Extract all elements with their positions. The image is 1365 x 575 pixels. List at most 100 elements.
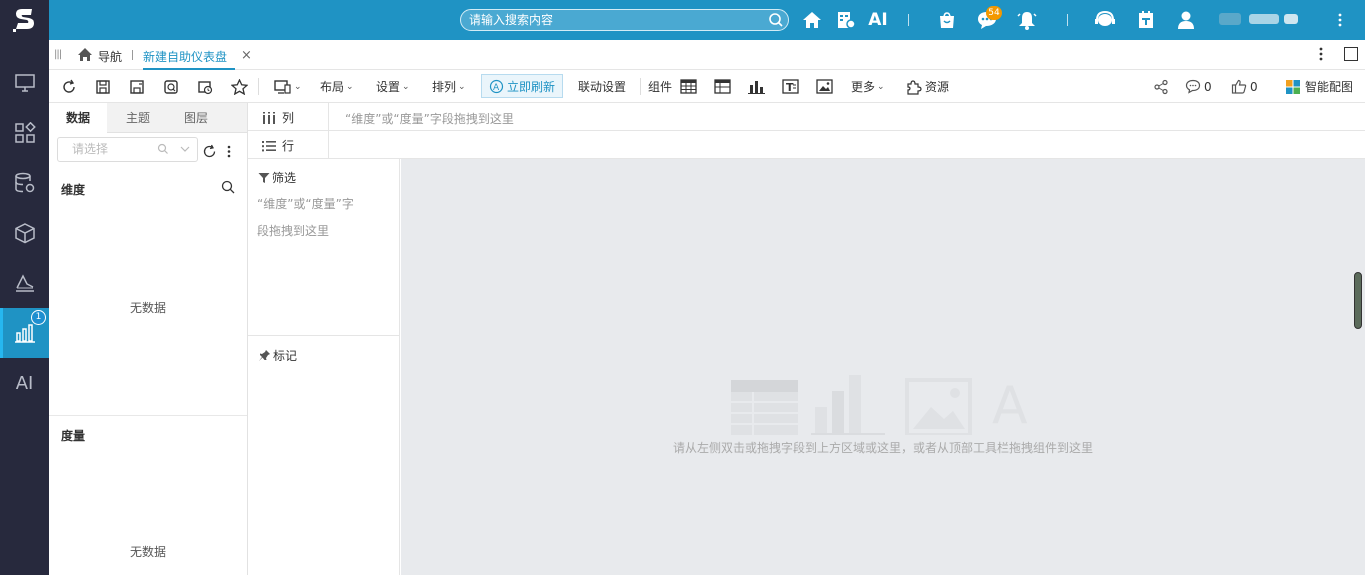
tab-new-dashboard[interactable]: 新建自助仪表盘 [143,48,227,65]
tab-layers[interactable]: 图层 [167,103,225,133]
divider [49,415,247,416]
resources-button[interactable]: 资源 [906,77,949,96]
likes-button[interactable]: 0 [1231,77,1258,96]
image-placeholder-icon [905,378,972,435]
chart-placeholder-icon [811,375,885,435]
database-gear-icon [14,172,34,193]
app-logo[interactable] [0,0,49,40]
crosstab-component-icon[interactable] [714,77,731,96]
chevron-down-icon: ⌄ [458,81,466,92]
settings-label: 设置 [376,80,401,94]
table-component-icon[interactable] [680,77,697,96]
more-menu[interactable]: 更多 ⌄ [851,77,885,96]
search-icon[interactable] [768,12,784,28]
image-component-icon[interactable] [816,77,833,96]
more-vertical-icon[interactable] [1330,9,1350,31]
preview-icon[interactable] [163,77,179,96]
dashboard-canvas[interactable]: A 请从左侧双击或拖拽字段到上方区域或这里，或者从顶部工具栏拖拽组件到这里 [401,159,1365,575]
linkage-settings-button[interactable]: 联动设置 [578,77,626,96]
divider [908,14,909,26]
svg-text:T: T [786,81,794,94]
sidebar: 1 AI [0,40,49,575]
dimensions-empty: 无数据 [129,301,166,315]
settings-menu[interactable]: 设置 ⌄ [376,77,410,96]
more-vertical-icon[interactable] [1319,46,1323,62]
chevron-down-icon: ⌄ [294,81,302,92]
sidebar-item-ai[interactable]: AI [0,358,49,408]
sidebar-item-model[interactable] [0,208,49,258]
text-placeholder-icon: A [992,376,1028,435]
columns-shelf[interactable]: 列 “维度”或“度量”字段拖拽到这里 [248,103,1365,131]
search-dimensions-icon[interactable] [221,180,235,194]
thumbs-up-icon [1231,79,1247,94]
empty-canvas-message: 请从左侧双击或拖拽字段到上方区域或这里，或者从顶部工具栏拖拽组件到这里 [673,441,1094,455]
search-icon [157,143,168,154]
home-icon[interactable] [801,9,823,31]
measures-title: 度量 [61,429,86,443]
nav-link[interactable]: 导航 [98,48,122,65]
divider [258,78,259,95]
device-icon [274,79,291,94]
dataset-select[interactable]: 请选择 [57,137,198,162]
bell-icon[interactable] [1016,9,1038,31]
rows-label: 行 [282,139,295,153]
sidebar-item-monitor[interactable] [0,58,49,108]
home-nav-icon[interactable] [77,47,93,62]
user-icon[interactable] [1175,9,1197,31]
device-switch-button[interactable]: ⌄ [274,77,302,96]
favorite-icon[interactable] [231,77,248,96]
comments-button[interactable]: 0 [1185,77,1212,96]
bar-chart-component-icon[interactable] [748,77,765,96]
puzzle-icon [907,79,922,95]
sidebar-item-data[interactable] [0,158,49,208]
maximize-icon[interactable] [1344,47,1358,61]
refresh-icon[interactable] [61,77,77,96]
divider [248,335,400,336]
tab-data[interactable]: 数据 [49,103,107,134]
panel-more-icon[interactable] [227,144,231,159]
chevron-down-icon: ⌄ [402,81,410,92]
toolbar: ⌄ 布局 ⌄ 设置 ⌄ 排列 ⌄ A 立即刷新 联动设置 组件 T 更多 ⌄ 资源 0 [49,70,1365,103]
ai-button[interactable]: AI [867,9,889,31]
refresh-now-button[interactable]: A 立即刷新 [481,74,563,98]
layout-menu[interactable]: 布局 ⌄ [320,77,354,96]
username-blurred[interactable] [1219,11,1319,27]
filter-drop-hint: “维度”或“度量”字 段拖拽到这里 [257,191,387,245]
pin-icon [259,350,270,361]
reload-dataset-icon[interactable] [202,144,217,159]
shopping-bag-icon[interactable] [936,9,958,31]
dataset-select-placeholder: 请选择 [72,142,109,156]
columns-icon [263,111,275,124]
collapse-menu-icon[interactable]: ||| [54,49,62,60]
smart-chart-button[interactable]: 智能配图 [1285,77,1353,96]
likes-count: 0 [1250,79,1258,94]
tab-theme[interactable]: 主题 [109,103,167,133]
save-icon[interactable] [95,77,111,96]
vertical-scrollbar[interactable] [1354,272,1362,329]
filter-label: 筛选 [272,171,297,185]
divider [1067,14,1068,26]
filter-panel[interactable]: 筛选 “维度”或“度量”字 段拖拽到这里 标记 [248,159,400,575]
empty-canvas-illustration: A [731,375,1028,435]
message-badge: 54 [986,6,1002,20]
text-component-icon[interactable]: T [782,77,799,96]
chevron-down-icon: ⌄ [877,81,885,92]
sidebar-item-analysis[interactable] [0,258,49,308]
close-tab-icon[interactable]: × [241,48,252,63]
sidebar-item-apps[interactable] [0,108,49,158]
comments-count: 0 [1204,79,1212,94]
search-input[interactable]: 请输入搜索内容 [460,9,789,31]
save-as-icon[interactable] [129,77,145,96]
bar-chart-icon [14,324,35,343]
apps-icon [14,122,36,143]
arrange-menu[interactable]: 排列 ⌄ [432,77,466,96]
schedule-icon[interactable] [197,77,213,96]
components-label: 组件 [648,80,673,94]
report-icon[interactable] [835,9,857,31]
share-icon[interactable] [1153,77,1169,96]
rows-shelf[interactable]: 行 [248,131,1365,159]
calendar-task-icon[interactable] [1135,9,1157,31]
layout-label: 布局 [320,80,345,94]
filter-hint-line: “维度”或“度量”字 [257,197,354,211]
headset-icon[interactable] [1094,9,1116,31]
